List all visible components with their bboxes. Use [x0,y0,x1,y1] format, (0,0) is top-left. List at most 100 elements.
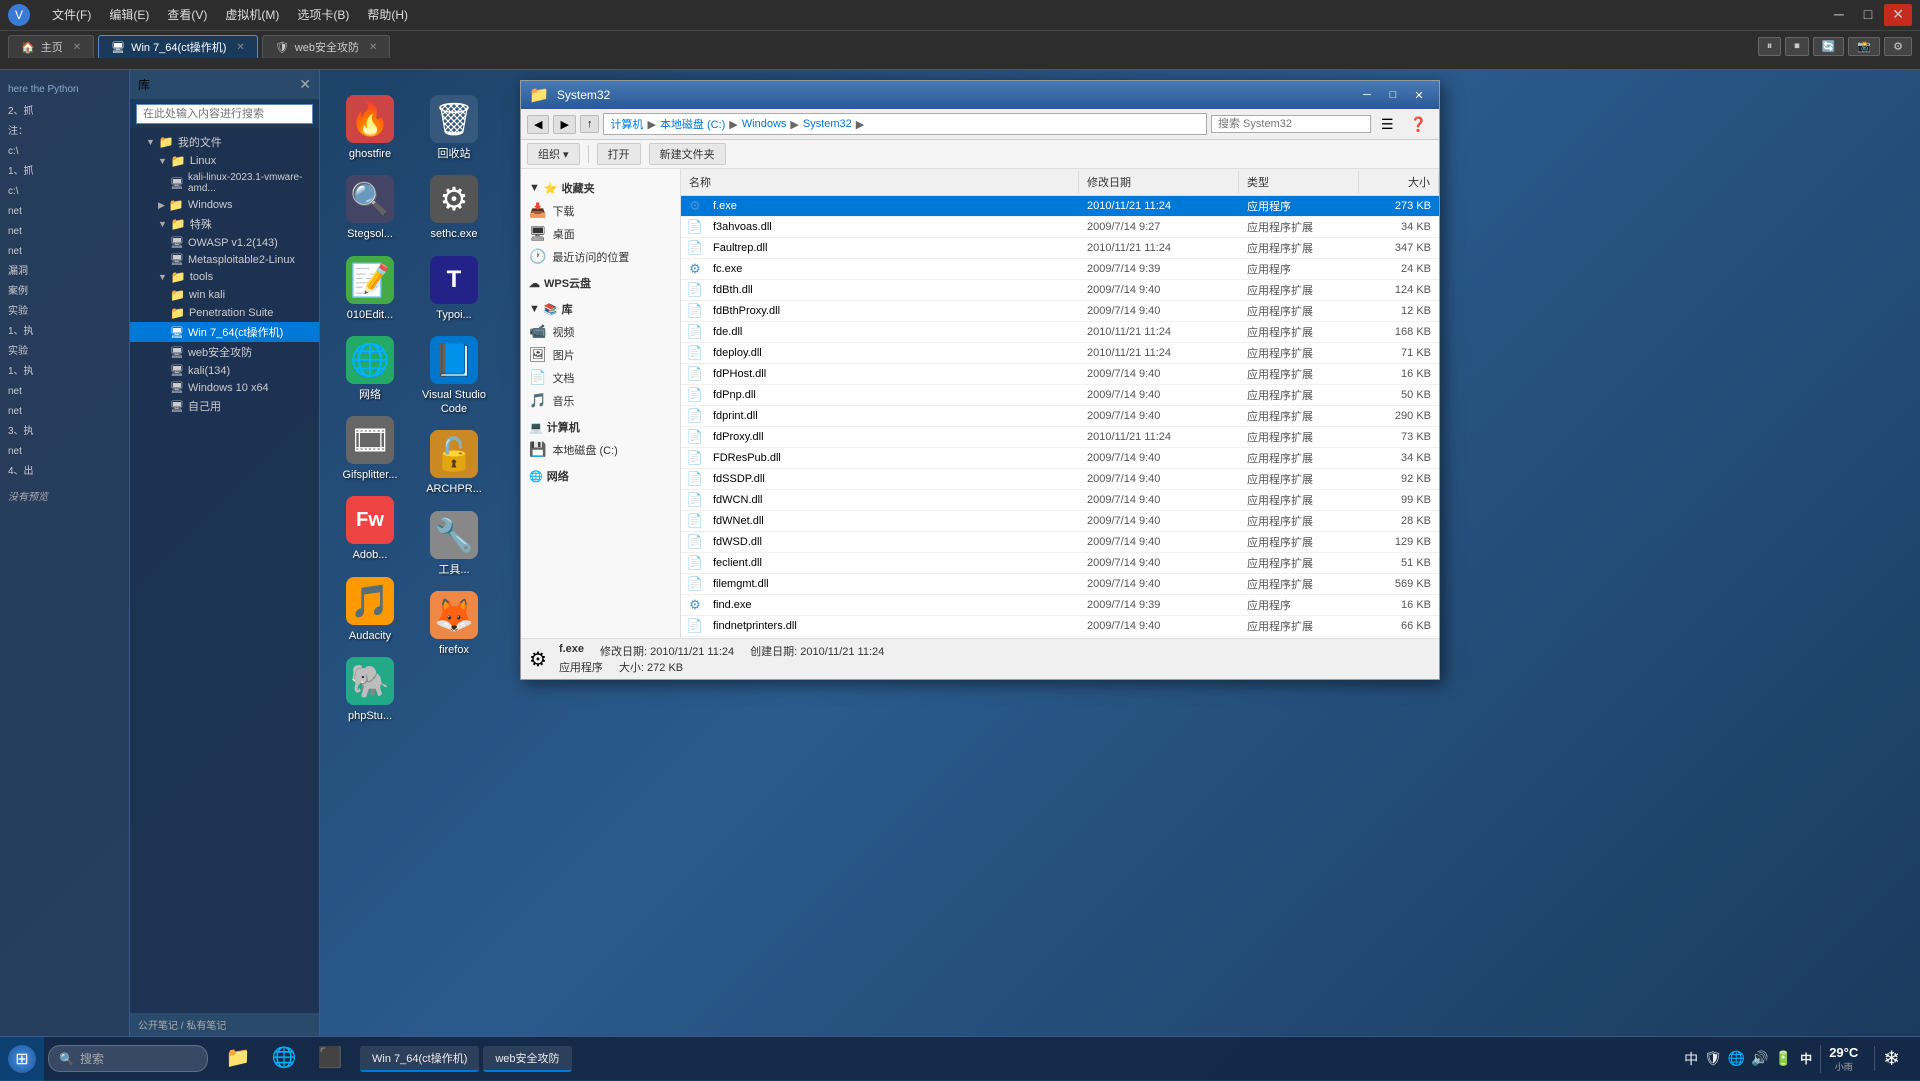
up-btn[interactable]: ↑ [580,115,600,133]
desktop-icon-ghostfire[interactable]: 🔥 ghostfire [330,90,410,166]
file-row-10[interactable]: 📄 fdprint.dll 2009/7/14 9:40 应用程序扩展 290 … [681,406,1439,427]
tree-item-special[interactable]: ▼📁特殊 [130,214,319,234]
desktop-icon-sethc[interactable]: ⚙ sethc.exe [414,170,494,246]
tab-home-close[interactable]: ✕ [73,42,81,53]
nav-network-header[interactable]: 🌐网络 [521,465,680,487]
tab-win7-close[interactable]: ✕ [236,42,244,53]
file-row-6[interactable]: 📄 fde.dll 2010/11/21 11:24 应用程序扩展 168 KB [681,322,1439,343]
nav-wps-header[interactable]: ☁WPS云盘 [521,272,680,294]
desktop-icon-gifsplitter[interactable]: 🎞 Gifsplitter... [330,411,410,487]
vmware-maximize-btn[interactable]: □ [1856,4,1880,26]
window-minimize-btn[interactable]: ─ [1355,86,1379,104]
file-row-7[interactable]: 📄 fdeploy.dll 2010/11/21 11:24 应用程序扩展 71… [681,343,1439,364]
tree-item-win10[interactable]: 🖥Windows 10 x64 [130,379,319,396]
weather-widget[interactable]: 29°C 小雨 [1820,1045,1866,1073]
file-row-17[interactable]: 📄 feclient.dll 2009/7/14 9:40 应用程序扩展 51 … [681,553,1439,574]
file-row-2[interactable]: 📄 Faultrep.dll 2010/11/21 11:24 应用程序扩展 3… [681,238,1439,259]
file-row-13[interactable]: 📄 fdSSDP.dll 2009/7/14 9:40 应用程序扩展 92 KB [681,469,1439,490]
desktop-icon-phpstu[interactable]: 🐘 phpStu... [330,652,410,728]
view-toggle-btn[interactable]: ☰ [1375,114,1400,135]
file-row-8[interactable]: 📄 fdPHost.dll 2009/7/14 9:40 应用程序扩展 16 K… [681,364,1439,385]
tray-network-icon[interactable]: 🌐 [1728,1050,1745,1067]
taskbar-search[interactable]: 🔍 搜索 [48,1045,208,1072]
taskbar-app-files[interactable]: 📁 [216,1037,260,1081]
file-row-3[interactable]: ⚙ fc.exe 2009/7/14 9:39 应用程序 24 KB [681,259,1439,280]
menu-vm[interactable]: 虚拟机(M) [217,4,287,26]
menu-view[interactable]: 查看(V) [159,4,215,26]
file-row-12[interactable]: 📄 FDResPub.dll 2009/7/14 9:40 应用程序扩展 34 … [681,448,1439,469]
file-row-20[interactable]: 📄 findnetprinters.dll 2009/7/14 9:40 应用程… [681,616,1439,637]
nav-item-video[interactable]: 📹 视频 [521,320,680,343]
back-btn[interactable]: ◀ [527,115,549,134]
vmware-tab-home[interactable]: 🏠 主页 ✕ [8,35,94,58]
taskbar-websec-window[interactable]: web安全攻防 [483,1046,571,1072]
menu-file[interactable]: 文件(F) [44,4,99,26]
tree-item-myfiles[interactable]: ▼📁我的文件 [130,132,319,152]
file-row-5[interactable]: 📄 fdBthProxy.dll 2009/7/14 9:40 应用程序扩展 1… [681,301,1439,322]
organize-btn[interactable]: 组织 ▾ [527,143,580,165]
tray-time[interactable]: 中 [1800,1050,1812,1067]
tree-item-self[interactable]: 🖥自己用 [130,396,319,416]
window-close-btn[interactable]: ✕ [1407,86,1431,104]
desktop-icon-typoi[interactable]: T Typoi... [414,251,494,327]
desktop-icon-vscode[interactable]: 📘 Visual Studio Code [414,331,494,422]
path-windows[interactable]: Windows [742,118,787,130]
col-header-date[interactable]: 修改日期 [1079,171,1239,193]
nav-computer-header[interactable]: 💻计算机 [521,416,680,438]
nav-item-documents[interactable]: 📄 文档 [521,366,680,389]
vm-ctrl-btn-3[interactable]: 🔄 [1813,37,1845,56]
desktop-icon-010edit[interactable]: 📝 010Edit... [330,251,410,327]
vm-ctrl-btn-4[interactable]: 📸 [1848,37,1880,56]
tree-item-win7[interactable]: 🖥Win 7_64(ct操作机) [130,322,319,342]
file-row-16[interactable]: 📄 fdWSD.dll 2009/7/14 9:40 应用程序扩展 129 KB [681,532,1439,553]
file-row-9[interactable]: 📄 fdPnp.dll 2009/7/14 9:40 应用程序扩展 50 KB [681,385,1439,406]
desktop-icon-stegsol[interactable]: 🔍 Stegsol... [330,170,410,246]
address-path[interactable]: 计算机 ▶ 本地磁盘 (C:) ▶ Windows ▶ System32 ▶ [603,113,1207,135]
vm-pause-btn[interactable]: ⏸ [1758,37,1782,56]
tree-item-pensuit[interactable]: 📁Penetration Suite [130,304,319,322]
vmware-close-btn[interactable]: ✕ [1884,4,1912,26]
tray-lang-icon[interactable]: 中 [1684,1049,1698,1069]
vm-ctrl-btn-5[interactable]: ⚙ [1884,37,1912,56]
tray-volume-icon[interactable]: 🔊 [1751,1050,1768,1067]
path-c[interactable]: 本地磁盘 (C:) [660,116,725,132]
tree-item-tools[interactable]: ▼📁tools [130,268,319,286]
desktop-icon-firefox[interactable]: 🦊 firefox [414,586,494,662]
start-button[interactable]: ⊞ [0,1037,44,1081]
nav-item-desktop[interactable]: 🖥 桌面 [521,222,680,245]
tree-item-kali134[interactable]: 🖥kali(134) [130,362,319,379]
file-row-0[interactable]: ⚙ f.exe 2010/11/21 11:24 应用程序 273 KB [681,196,1439,217]
file-row-18[interactable]: 📄 filemgmt.dll 2009/7/14 9:40 应用程序扩展 569… [681,574,1439,595]
nav-item-music[interactable]: 🎵 音乐 [521,389,680,412]
nav-favorites-header[interactable]: ▼⭐收藏夹 [521,177,680,199]
nav-item-download[interactable]: 📥 下载 [521,199,680,222]
desktop-icon-network[interactable]: 🌐 网络 [330,331,410,407]
nav-item-pictures[interactable]: 🖼 图片 [521,343,680,366]
window-maximize-btn[interactable]: □ [1381,86,1405,104]
desktop-icon-adobe[interactable]: Fw Adob... [330,491,410,567]
nav-item-cdrive[interactable]: 💾 本地磁盘 (C:) [521,438,680,461]
tray-battery-icon[interactable]: 🔋 [1775,1050,1792,1067]
taskbar-app-ie[interactable]: 🌐 [262,1037,306,1081]
path-system32[interactable]: System32 [803,118,852,130]
tree-item-linux[interactable]: ▼📁Linux [130,152,319,170]
file-row-11[interactable]: 📄 fdProxy.dll 2010/11/21 11:24 应用程序扩展 73… [681,427,1439,448]
nav-library-header[interactable]: ▼📚库 [521,298,680,320]
desktop-icon-archpr[interactable]: 🔓 ARCHPR... [414,425,494,501]
search-input-explorer[interactable] [1211,115,1371,133]
menu-tab[interactable]: 选项卡(B) [289,4,357,26]
file-row-14[interactable]: 📄 fdWCN.dll 2009/7/14 9:40 应用程序扩展 99 KB [681,490,1439,511]
forward-btn[interactable]: ▶ [553,115,575,134]
file-row-4[interactable]: 📄 fdBth.dll 2009/7/14 9:40 应用程序扩展 124 KB [681,280,1439,301]
vmware-tab-web[interactable]: 🛡 web安全攻防 ✕ [262,35,391,58]
tree-item-meta[interactable]: 🖥Metasploitable2-Linux [130,251,319,268]
tree-item-winkali[interactable]: 📁win kali [130,286,319,304]
search-input[interactable] [136,104,313,124]
desktop-icon-recycle[interactable]: 🗑 回收站 [414,90,494,166]
vm-ctrl-btn-2[interactable]: ⏹ [1785,37,1809,56]
help-btn[interactable]: ❓ [1404,114,1433,135]
tree-item-windows[interactable]: ▶📁Windows [130,196,319,214]
taskbar-app-cmd[interactable]: ⬛ [308,1037,352,1081]
tray-shield-icon[interactable]: 🛡 [1704,1050,1722,1067]
tree-item-kali[interactable]: 🖥kali-linux-2023.1-vmware-amd... [130,170,319,196]
